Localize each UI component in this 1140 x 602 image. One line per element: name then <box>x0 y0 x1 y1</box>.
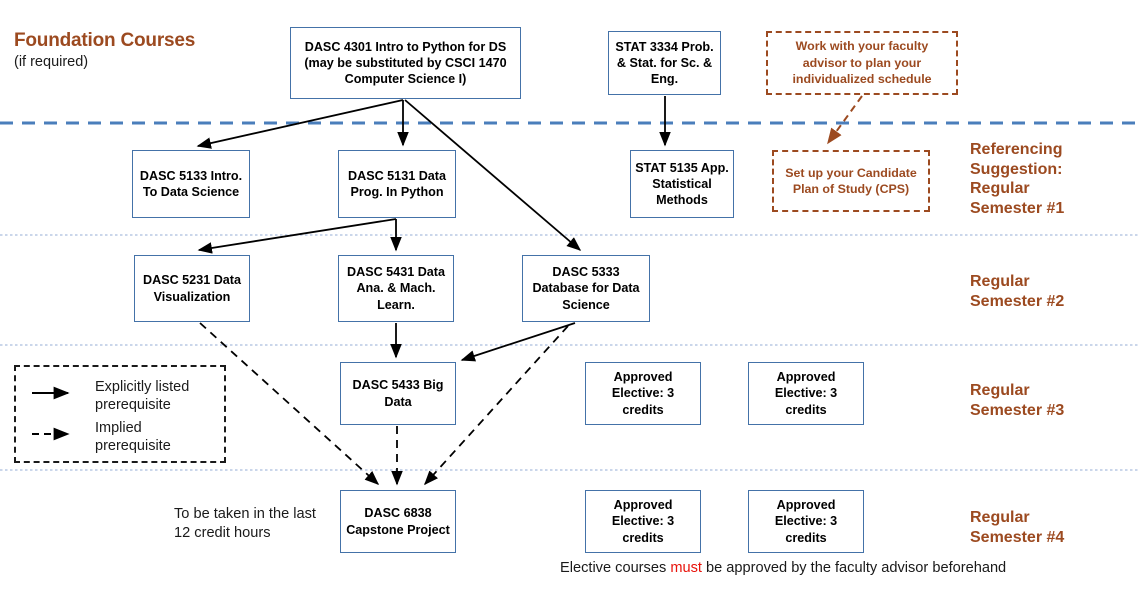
cps-note-text: Set up your Candidate Plan of Study (CPS… <box>785 165 917 196</box>
elective-node-1[interactable]: Approved Elective: 3 credits <box>585 362 701 425</box>
semester-label-4: Regular Semester #4 <box>970 509 1065 546</box>
page-title: Foundation Courses <box>14 30 196 51</box>
semester-label-3: Regular Semester #3 <box>970 382 1065 419</box>
course-label: Approved Elective: 3 credits <box>774 498 838 545</box>
cps-note: Set up your Candidate Plan of Study (CPS… <box>772 150 930 212</box>
capstone-timing-note: To be taken in the last 12 credit hours <box>174 506 316 541</box>
course-label: DASC 5131 Data Prog. In Python <box>348 168 446 199</box>
edge-advisor-to-cps <box>827 95 863 145</box>
course-label: Approved Elective: 3 credits <box>611 370 675 417</box>
course-label: DASC 5433 Big Data <box>352 378 444 409</box>
course-node-dasc6838[interactable]: DASC 6838 Capstone Project <box>340 490 456 553</box>
course-label: DASC 6838 Capstone Project <box>346 506 450 537</box>
semester-label-1: Referencing Suggestion: Regular Semester… <box>970 141 1065 217</box>
footer-must-highlight: must <box>670 560 702 576</box>
course-node-dasc4301[interactable]: DASC 4301 Intro to Python for DS (may be… <box>290 27 521 99</box>
course-node-dasc5231[interactable]: DASC 5231 Data Visualization <box>134 255 250 322</box>
edge-5131-to-5231 <box>197 218 397 254</box>
course-node-dasc5133[interactable]: DASC 5133 Intro. To Data Science <box>132 150 250 218</box>
course-label: DASC 5431 Data Ana. & Mach. Learn. <box>347 265 445 312</box>
course-node-dasc5333[interactable]: DASC 5333 Database for Data Science <box>522 255 650 322</box>
legend-box <box>14 365 226 463</box>
course-node-stat5135[interactable]: STAT 5135 App. Statistical Methods <box>630 150 734 218</box>
advisor-note: Work with your faculty advisor to plan y… <box>766 31 958 95</box>
course-node-dasc5431[interactable]: DASC 5431 Data Ana. & Mach. Learn. <box>338 255 454 322</box>
advisor-note-text: Work with your faculty advisor to plan y… <box>792 39 932 87</box>
elective-node-4[interactable]: Approved Elective: 3 credits <box>748 490 864 553</box>
course-label: STAT 3334 Prob. & Stat. for Sc. & Eng. <box>615 39 714 87</box>
edge-4301-to-5133 <box>196 99 404 149</box>
course-label: DASC 5333 Database for Data Science <box>532 265 640 312</box>
elective-node-2[interactable]: Approved Elective: 3 credits <box>748 362 864 425</box>
page-subtitle: (if required) <box>14 54 89 70</box>
course-node-dasc5131[interactable]: DASC 5131 Data Prog. In Python <box>338 150 456 218</box>
footer-suffix: be approved by the faculty advisor befor… <box>701 560 1007 576</box>
course-label: STAT 5135 App. Statistical Methods <box>635 160 729 208</box>
course-node-stat3334[interactable]: STAT 3334 Prob. & Stat. for Sc. & Eng. <box>608 31 721 95</box>
course-label: Approved Elective: 3 credits <box>611 498 675 545</box>
course-node-dasc5433[interactable]: DASC 5433 Big Data <box>340 362 456 425</box>
course-label: Approved Elective: 3 credits <box>774 370 838 417</box>
course-label: DASC 5133 Intro. To Data Science <box>139 168 243 199</box>
elective-approval-note: Elective courses must be approved by the… <box>560 560 1006 576</box>
course-label: DASC 4301 Intro to Python for DS (may be… <box>304 39 507 87</box>
footer-prefix: Elective courses <box>560 560 671 576</box>
edge-5333-to-5433 <box>460 322 576 362</box>
flowchart-canvas: Foundation Courses (if required) DASC 43… <box>0 0 1140 602</box>
semester-label-2: Regular Semester #2 <box>970 273 1065 310</box>
elective-node-3[interactable]: Approved Elective: 3 credits <box>585 490 701 553</box>
course-label: DASC 5231 Data Visualization <box>143 273 241 304</box>
